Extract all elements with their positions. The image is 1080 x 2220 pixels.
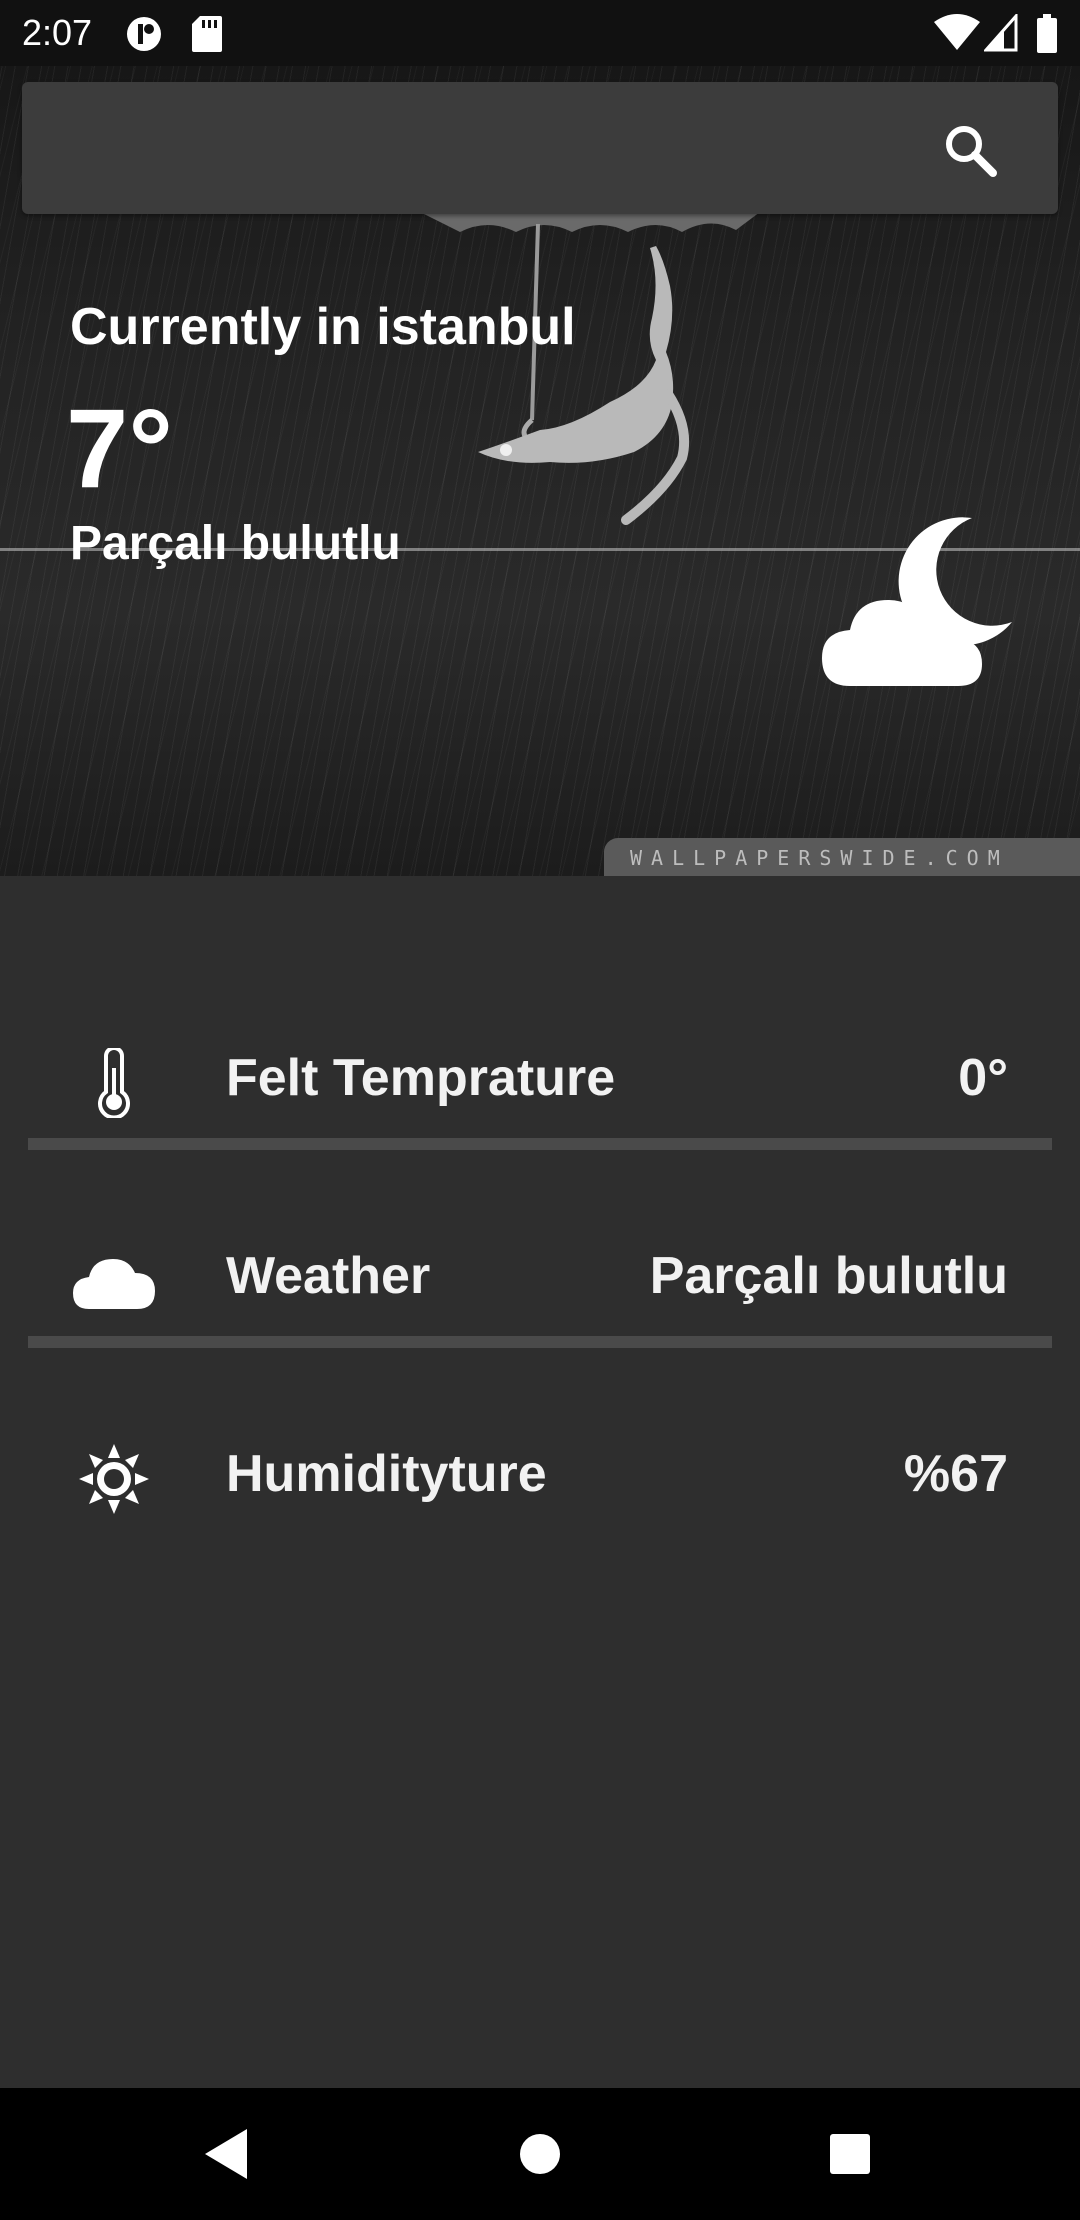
detail-row-felt-temperature: Felt Temprature 0° bbox=[0, 1018, 1080, 1138]
current-city-title: Currently in istanbul bbox=[70, 298, 576, 356]
detail-label: Felt Temprature bbox=[226, 1049, 616, 1107]
recents-icon[interactable] bbox=[820, 2124, 880, 2184]
cloud-icon bbox=[68, 1246, 160, 1316]
thermometer-icon bbox=[68, 1048, 160, 1118]
detail-value: %67 bbox=[903, 1445, 1008, 1503]
divider bbox=[28, 1138, 1052, 1150]
status-bar: 2:07 bbox=[0, 0, 1080, 66]
detail-label: Weather bbox=[226, 1247, 431, 1305]
search-bar bbox=[22, 82, 1058, 214]
detail-value: 0° bbox=[958, 1049, 1008, 1107]
moon-cloud-icon bbox=[822, 517, 1012, 686]
screen: WALLPAPERSWIDE.COM 2:07 Currently in ist… bbox=[0, 0, 1080, 2220]
search-icon[interactable] bbox=[944, 124, 998, 178]
sun-icon bbox=[68, 1444, 160, 1514]
detail-value: Parçalı bulutlu bbox=[649, 1247, 1008, 1305]
battery-icon bbox=[1037, 14, 1057, 53]
search-input[interactable] bbox=[46, 112, 930, 186]
current-condition: Parçalı bulutlu bbox=[70, 517, 401, 570]
home-icon[interactable] bbox=[510, 2124, 570, 2184]
wallpaper-watermark: WALLPAPERSWIDE.COM bbox=[604, 838, 1080, 876]
back-icon[interactable] bbox=[196, 2124, 256, 2184]
details-panel: Felt Temprature 0° Weather Parçalı bulut… bbox=[0, 876, 1080, 2088]
app-notification-icon bbox=[127, 17, 161, 51]
detail-row-humidity: Humidityture %67 bbox=[0, 1414, 1080, 1534]
status-time: 2:07 bbox=[22, 12, 93, 53]
frog-umbrella-image bbox=[420, 192, 760, 525]
current-temperature: 7° bbox=[66, 386, 174, 511]
signal-icon bbox=[984, 14, 1018, 52]
detail-row-weather: Weather Parçalı bulutlu bbox=[0, 1216, 1080, 1336]
navigation-bar bbox=[0, 2088, 1080, 2220]
detail-label: Humidityture bbox=[226, 1445, 547, 1503]
divider bbox=[28, 1336, 1052, 1348]
sd-card-icon bbox=[192, 16, 222, 52]
wifi-icon bbox=[934, 14, 980, 50]
